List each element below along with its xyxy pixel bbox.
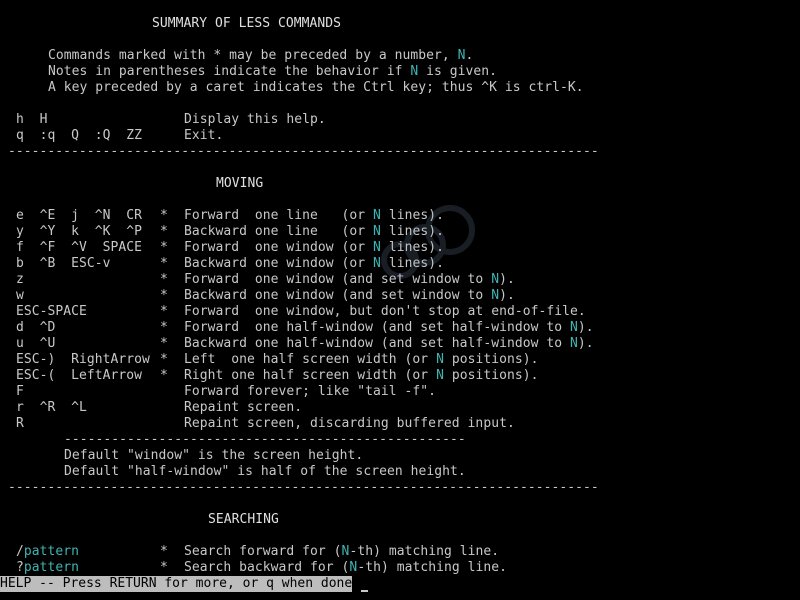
command-description: Forward one window (and set window to N)…	[184, 272, 800, 288]
n-highlight: N	[436, 368, 444, 383]
intro-text: .	[465, 48, 474, 63]
command-description: Repaint screen, discarding buffered inpu…	[184, 416, 800, 432]
intro-text: Commands marked with * may be preceded b…	[48, 48, 458, 63]
description-text: Backward one window (or	[184, 256, 374, 271]
description-text: Forward forever; like "tail -f".	[184, 384, 437, 399]
description-text: Forward one half-window (and set half-wi…	[184, 320, 570, 335]
n-highlight: N	[373, 256, 381, 271]
description-text: Repaint screen, discarding buffered inpu…	[184, 416, 515, 431]
command-description: Backward one window (and set window to N…	[184, 288, 800, 304]
description-text: Right one half screen width (or	[184, 368, 437, 383]
description-text: lines).	[380, 224, 444, 239]
separator: ----------------------------------------…	[8, 144, 599, 159]
command-description: Right one half screen width (or N positi…	[184, 368, 800, 384]
description-text: lines).	[380, 240, 444, 255]
description-text: Search forward for (	[184, 544, 342, 559]
description-text: lines).	[380, 208, 444, 223]
n-highlight: N	[569, 336, 578, 351]
help-row-desc: Display this help.	[184, 112, 326, 127]
command-keys: q :q Q :Q ZZ	[16, 128, 143, 143]
intro-text: Notes in parentheses indicate the behavi…	[48, 64, 411, 79]
description-text: lines).	[380, 256, 444, 271]
command-description: Forward one half-window (and set half-wi…	[184, 320, 800, 336]
n-highlight: N	[569, 320, 578, 335]
pattern-placeholder: pattern	[23, 544, 80, 559]
description-text: Forward one window, but don't stop at en…	[184, 304, 586, 319]
description-text: ).	[577, 320, 594, 335]
command-description: Backward one line (or N lines).	[184, 224, 800, 240]
search-prefix: ?	[16, 560, 24, 575]
description-text: positions).	[443, 368, 539, 383]
exit-row-desc: Exit.	[184, 128, 224, 143]
short-separator: ----------------------------------------…	[64, 432, 466, 447]
command-description: Search backward for (N-th) matching line…	[184, 560, 800, 576]
status-prompt: HELP -- Press RETURN for more, or q when…	[0, 576, 353, 592]
description-text: Repaint screen.	[184, 400, 303, 415]
intro-line-2: Notes in parentheses indicate the behavi…	[48, 64, 800, 80]
command-description: Forward one window, but don't stop at en…	[184, 304, 800, 320]
default-half-window-note: Default "half-window" is half of the scr…	[64, 464, 466, 479]
description-text: positions).	[443, 352, 539, 367]
pattern-placeholder: pattern	[23, 560, 80, 575]
command-description: Backward one half-window (and set half-w…	[184, 336, 800, 352]
moving-heading: MOVING	[216, 176, 264, 191]
n-highlight: N	[491, 272, 500, 287]
search-prefix: /	[16, 544, 24, 559]
description-text: ).	[499, 288, 515, 303]
n-highlight: N	[491, 288, 500, 303]
command-description: Forward one window (or N lines).	[184, 240, 800, 256]
description-text: Forward one line (or	[184, 208, 374, 223]
n-highlight: N	[373, 224, 381, 239]
command-description: Forward forever; like "tail -f".	[184, 384, 800, 400]
description-text: ).	[499, 272, 515, 287]
page-title: SUMMARY OF LESS COMMANDS	[152, 16, 342, 31]
n-highlight: N	[373, 240, 381, 255]
description-text: Left one half screen width (or	[184, 352, 437, 367]
text-cursor	[361, 590, 368, 592]
intro-line-1: Commands marked with * may be preceded b…	[48, 48, 800, 64]
description-text: -th) matching line.	[357, 560, 507, 575]
description-text: Backward one half-window (and set half-w…	[184, 336, 570, 351]
intro-line-3: A key preceded by a caret indicates the …	[48, 80, 800, 96]
default-window-note: Default "window" is the screen height.	[64, 448, 364, 463]
command-description: Forward one line (or N lines).	[184, 208, 800, 224]
separator: ----------------------------------------…	[8, 480, 599, 495]
command-description: Search forward for (N-th) matching line.	[184, 544, 800, 560]
description-text: Backward one window (and set window to	[184, 288, 492, 303]
searching-heading: SEARCHING	[208, 512, 279, 527]
description-text: Forward one window (or	[184, 240, 374, 255]
n-highlight: N	[436, 352, 444, 367]
command-description: Repaint screen.	[184, 400, 800, 416]
description-text: ).	[577, 336, 594, 351]
description-text: -th) matching line.	[349, 544, 500, 559]
description-text: Backward one line (or	[184, 224, 374, 239]
description-text: Search backward for (	[184, 560, 350, 575]
n-highlight: N	[373, 208, 381, 223]
description-text: Forward one window (and set window to	[184, 272, 492, 287]
terminal-screen[interactable]: SUMMARY OF LESS COMMANDS Commands marked…	[0, 0, 800, 600]
intro-text: is given.	[418, 64, 497, 79]
command-description: Backward one window (or N lines).	[184, 256, 800, 272]
command-keys: h H	[16, 112, 48, 127]
command-description: Left one half screen width (or N positio…	[184, 352, 800, 368]
intro-text: A key preceded by a caret indicates the …	[48, 80, 584, 95]
